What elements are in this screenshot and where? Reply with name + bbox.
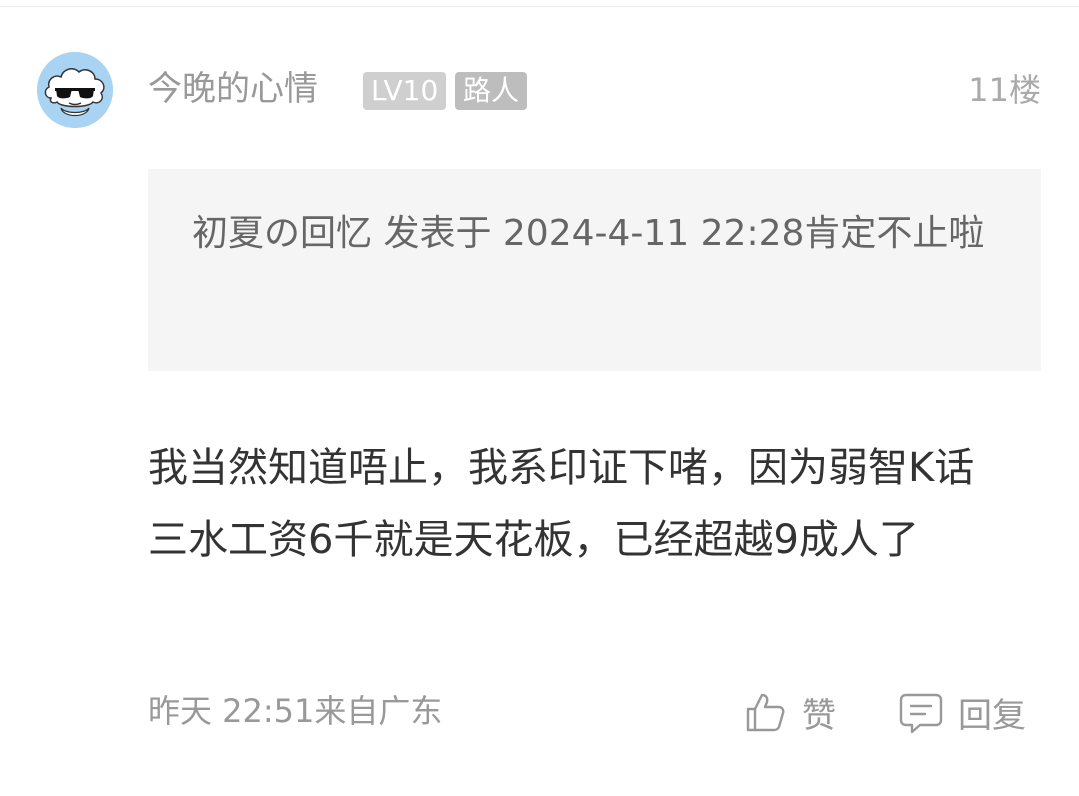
level-badge: LV10 [363, 72, 447, 110]
comment-meta: 昨天 22:51来自广东 [148, 692, 443, 730]
reply-button[interactable]: 回复 [898, 684, 1026, 740]
quote-text: 初夏の回忆 发表于 2024-4-11 22:28肯定不止啦 [192, 213, 985, 254]
thumbs-up-icon [742, 689, 788, 735]
reply-label: 回复 [958, 695, 1026, 736]
like-label: 赞 [802, 695, 836, 736]
comment-body: 我当然知道唔止，我系印证下啫，因为弱智K话三水工资6千就是天花板，已经超越9成人… [148, 445, 975, 563]
quoted-reply[interactable]: 初夏の回忆 发表于 2024-4-11 22:28肯定不止啦 [148, 169, 1041, 371]
avatar[interactable] [37, 52, 113, 128]
floor-number: 11楼 [968, 71, 1041, 109]
like-button[interactable]: 赞 [742, 684, 836, 740]
username[interactable]: 今晚的心情 [148, 66, 318, 112]
speech-bubble-icon [898, 689, 944, 735]
role-badge: 路人 [455, 72, 528, 110]
cloud-avatar-image [37, 52, 113, 128]
top-divider [0, 0, 1079, 7]
